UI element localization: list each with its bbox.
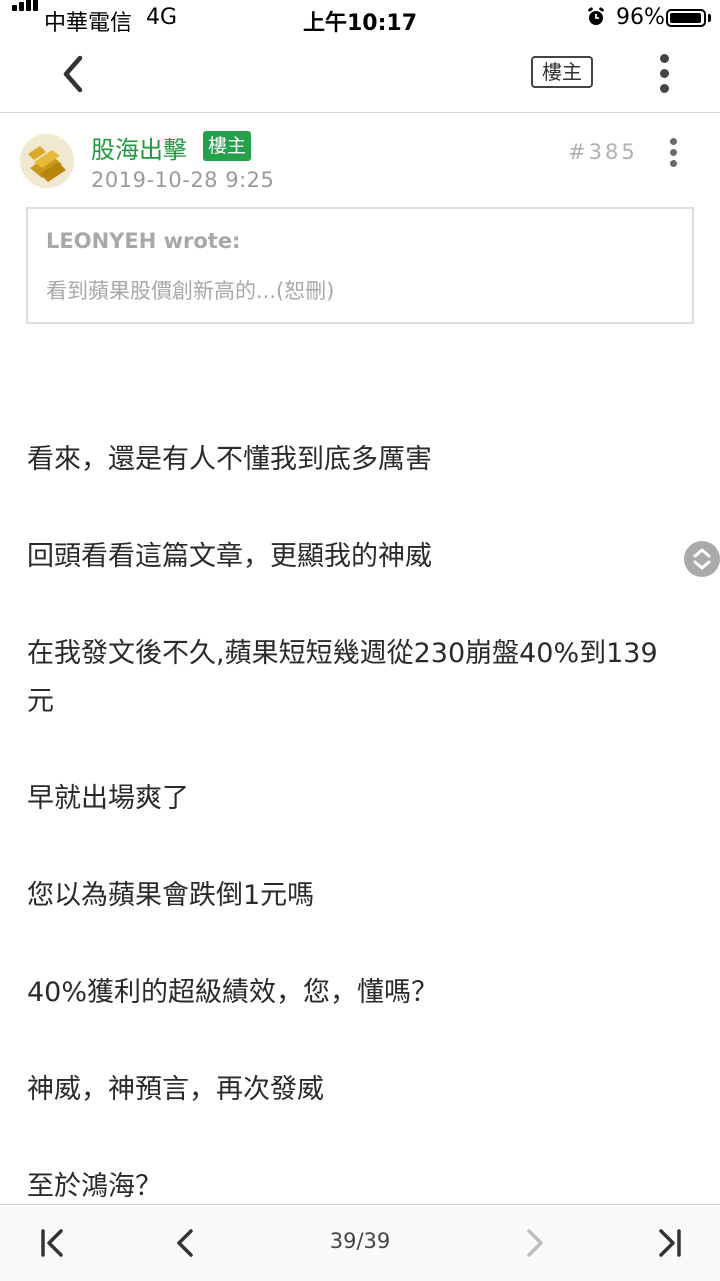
next-page-icon[interactable] [516, 1223, 552, 1263]
battery-percent: 96% [616, 5, 665, 30]
quote-author: LEONYEH wrote: [46, 229, 241, 253]
post-paragraph: 早就出場爽了 [27, 783, 189, 814]
quote-text: 看到蘋果股價創新高的...(恕刪) [46, 279, 335, 303]
back-icon[interactable] [54, 52, 94, 96]
post-paragraph: 您以為蘋果會跌倒1元嗎 [27, 880, 315, 911]
author-name[interactable]: 股海出擊 [91, 130, 187, 165]
floor-number: #385 [568, 140, 638, 164]
battery-icon [666, 9, 706, 27]
op-only-filter-button[interactable]: 樓主 [531, 56, 593, 88]
post-paragraph: 在我發文後不久,蘋果短短幾週從230崩盤40%到139元 [27, 638, 658, 717]
alarm-icon [588, 7, 604, 25]
post-paragraph: 神威，神預言，再次發威 [27, 1074, 324, 1105]
post-body: 看來，還是有人不懂我到底多厲害 回頭看看這篇文章，更顯我的神威 在我發文後不久,… [27, 436, 667, 1260]
op-badge: 樓主 [203, 131, 252, 161]
avatar[interactable] [20, 134, 74, 188]
post-paragraph: 看來，還是有人不懂我到底多厲害 [27, 444, 432, 475]
quote-block[interactable]: LEONYEH wrote: 看到蘋果股價創新高的...(恕刪) [26, 207, 694, 324]
post-paragraph: 40%獲利的超級績效，您，懂嗎？ [27, 977, 439, 1008]
status-bar: 中華電信 4G 上午10:17 96% [0, 0, 720, 36]
fast-scroll-handle[interactable] [684, 541, 720, 577]
clock: 上午10:17 [302, 11, 418, 36]
post-paragraph: 回頭看看這篇文章，更顯我的神威 [27, 541, 432, 572]
more-options-icon[interactable] [652, 54, 676, 94]
post-date: 2019-10-28 9:25 [91, 168, 275, 192]
last-page-icon[interactable] [652, 1223, 688, 1263]
battery-tip [708, 14, 711, 22]
top-nav-bar: 樓主 [0, 36, 720, 113]
pagination-bar: 39/39 [0, 1204, 720, 1281]
up-down-arrows-icon [693, 548, 711, 570]
page-indicator[interactable]: 39/39 [0, 1229, 720, 1253]
post-more-icon[interactable] [666, 138, 680, 168]
